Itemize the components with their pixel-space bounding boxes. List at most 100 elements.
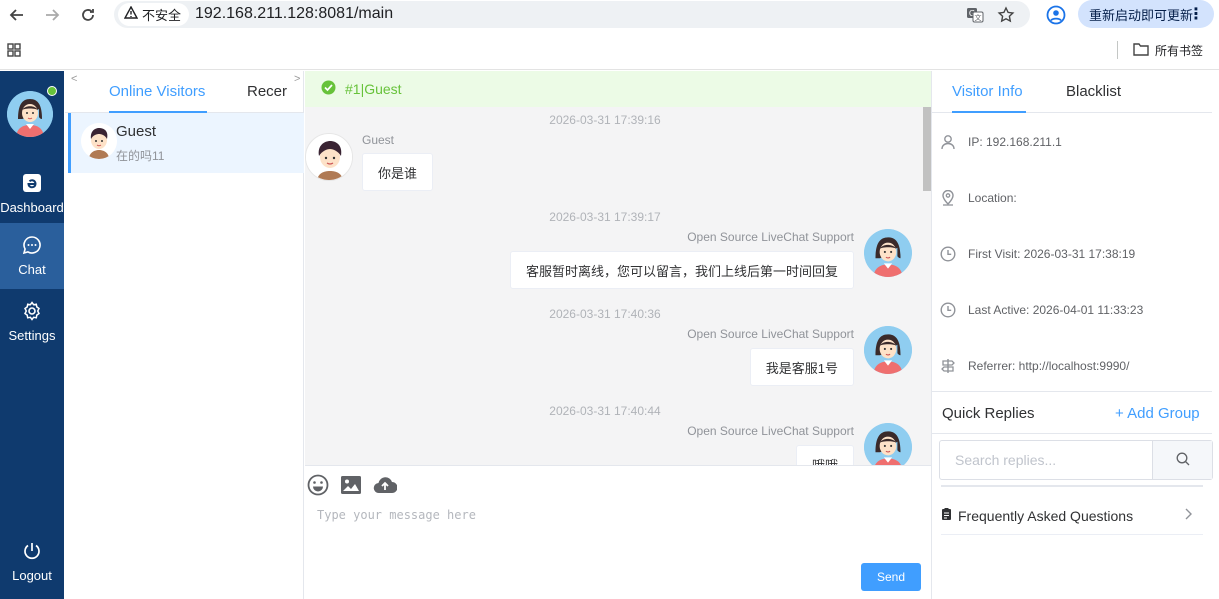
- visitor-last-message: 在的吗11: [116, 149, 165, 163]
- nav-dashboard[interactable]: Dashboard: [0, 161, 64, 227]
- message-scrollbar[interactable]: [923, 107, 931, 191]
- quick-reply-group-faq[interactable]: Frequently Asked Questions: [941, 497, 1203, 535]
- nav-settings[interactable]: Settings: [0, 289, 64, 355]
- back-arrow-icon[interactable]: [5, 3, 29, 27]
- check-circle-icon: [321, 80, 336, 98]
- signpost-icon: [938, 356, 958, 376]
- info-tabs: Visitor Info Blacklist: [932, 71, 1212, 113]
- apps-grid-icon[interactable]: [7, 43, 21, 57]
- visitor-name: Guest: [116, 123, 157, 140]
- tabs-scroll-left-icon[interactable]: <: [71, 73, 77, 85]
- url-text[interactable]: 192.168.211.128:8081/main: [195, 5, 393, 23]
- chat-bubble-icon: [22, 235, 42, 258]
- search-icon: [1176, 452, 1190, 469]
- tab-online-visitors[interactable]: Online Visitors: [109, 83, 205, 100]
- all-bookmarks-label: 所有书签: [1155, 44, 1204, 58]
- info-referrer-row: Referrer: http://localhost:9990/: [932, 356, 1212, 376]
- message-timestamp: 2026-03-31 17:39:17: [549, 210, 661, 224]
- guest-avatar: [305, 133, 353, 181]
- insecure-label: 不安全: [142, 8, 182, 23]
- tabs-scroll-right-icon[interactable]: >: [294, 73, 300, 85]
- info-first-visit: First Visit: 2026-03-31 17:38:19: [968, 247, 1136, 261]
- message-composer: Send: [305, 465, 931, 599]
- agent-avatar[interactable]: [7, 91, 53, 137]
- nav-logout-label: Logout: [12, 568, 52, 583]
- update-label: 重新启动即可更新: [1089, 7, 1194, 23]
- message-input[interactable]: [317, 508, 917, 558]
- info-first-visit-row: First Visit: 2026-03-31 17:38:19: [932, 244, 1212, 264]
- message-bubble: 客服暂时离线，您可以留言，我们上线后第一时间回复: [509, 251, 854, 289]
- bookmarks-separator: [1117, 41, 1118, 59]
- message-timestamp: 2026-03-31 17:40:36: [549, 307, 661, 321]
- tab-blacklist[interactable]: Blacklist: [1066, 83, 1121, 100]
- visitor-list-item[interactable]: Guest 在的吗11: [68, 113, 304, 173]
- info-referrer: Referrer: http://localhost:9990/: [968, 359, 1130, 373]
- message-bubble: 哦哦: [795, 445, 854, 465]
- profile-icon[interactable]: [1044, 3, 1068, 27]
- visitors-panel: < Online Visitors Recer > Guest 在的吗11: [65, 71, 304, 599]
- dashboard-icon: [22, 173, 42, 196]
- section-divider: [932, 433, 1212, 434]
- star-bookmark-icon[interactable]: [995, 4, 1017, 26]
- restart-update-button[interactable]: 重新启动即可更新 ⋮: [1078, 0, 1214, 28]
- location-pin-icon: [938, 188, 958, 208]
- info-location-row: Location:: [932, 188, 1212, 208]
- more-vertical-icon[interactable]: ⋮: [1188, 4, 1204, 24]
- tab-recent[interactable]: Recer: [247, 83, 287, 100]
- message-sender: Open Source LiveChat Support: [687, 424, 854, 438]
- info-location: Location:: [968, 191, 1017, 205]
- clock-icon: [938, 300, 958, 320]
- faq-label: Frequently Asked Questions: [958, 507, 1134, 524]
- agent-avatar: [864, 423, 912, 465]
- user-icon: [938, 132, 958, 152]
- search-button[interactable]: [1152, 441, 1212, 479]
- chat-header-title: #1|Guest: [345, 81, 402, 97]
- search-replies-input[interactable]: [940, 441, 1152, 479]
- chevron-right-icon: [1183, 507, 1193, 524]
- reload-icon[interactable]: [76, 3, 100, 27]
- clock-icon: [938, 244, 958, 264]
- message-list[interactable]: 2026-03-31 17:39:16 Guest 你是谁 2026-03-31…: [305, 107, 931, 465]
- message-bubble: 我是客服1号: [749, 348, 854, 386]
- emoji-icon[interactable]: [305, 472, 331, 498]
- document-icon: [941, 507, 952, 524]
- tab-visitor-info[interactable]: Visitor Info: [952, 83, 1023, 100]
- add-group-button[interactable]: + Add Group: [1115, 405, 1200, 422]
- message-bubble: 你是谁: [362, 153, 434, 191]
- visitors-tabs: < Online Visitors Recer >: [65, 71, 304, 113]
- translate-icon[interactable]: G文: [964, 4, 986, 26]
- quick-replies-title: Quick Replies: [942, 405, 1035, 422]
- nav-settings-label: Settings: [8, 328, 56, 343]
- visitor-info-panel: Visitor Info Blacklist IP: 192.168.211.1…: [931, 71, 1219, 599]
- active-tab-indicator: [952, 111, 1026, 113]
- folder-icon: [1133, 42, 1149, 59]
- nav-dashboard-label: Dashboard: [0, 200, 64, 215]
- nav-chat[interactable]: Chat: [0, 223, 64, 289]
- browser-toolbar: 不安全 192.168.211.128:8081/main G文 重新启动即可更…: [0, 0, 1219, 30]
- nav-chat-label: Chat: [18, 262, 46, 277]
- message-sender: Guest: [362, 133, 395, 147]
- all-bookmarks-button[interactable]: 所有书签: [1133, 42, 1203, 59]
- info-ip: IP: 192.168.211.1: [968, 135, 1062, 149]
- info-last-active-row: Last Active: 2026-04-01 11:33:23: [932, 300, 1212, 320]
- chat-panel: #1|Guest 2026-03-31 17:39:16 Guest 你是谁 2…: [305, 71, 931, 599]
- upload-cloud-icon[interactable]: [372, 472, 398, 498]
- bookmarks-bar: 所有书签: [0, 30, 1219, 70]
- power-icon: [22, 541, 42, 564]
- message-timestamp: 2026-03-31 17:39:16: [549, 113, 661, 127]
- send-button[interactable]: Send: [861, 563, 921, 591]
- image-icon[interactable]: [338, 472, 364, 498]
- nav-logout[interactable]: Logout: [0, 529, 64, 595]
- gear-icon: [22, 301, 42, 324]
- agent-avatar: [864, 229, 912, 277]
- section-divider: [932, 391, 1212, 392]
- info-last-active: Last Active: 2026-04-01 11:33:23: [968, 303, 1144, 317]
- info-ip-row: IP: 192.168.211.1: [932, 132, 1212, 152]
- address-bar[interactable]: 不安全 192.168.211.128:8081/main G文: [114, 1, 1030, 28]
- guest-avatar: [81, 123, 117, 159]
- forward-arrow-icon[interactable]: [40, 3, 64, 27]
- online-status-dot: [47, 86, 57, 96]
- message-timestamp: 2026-03-31 17:40:44: [549, 404, 661, 418]
- site-security-chip[interactable]: 不安全: [118, 3, 190, 26]
- section-divider: [941, 485, 1203, 487]
